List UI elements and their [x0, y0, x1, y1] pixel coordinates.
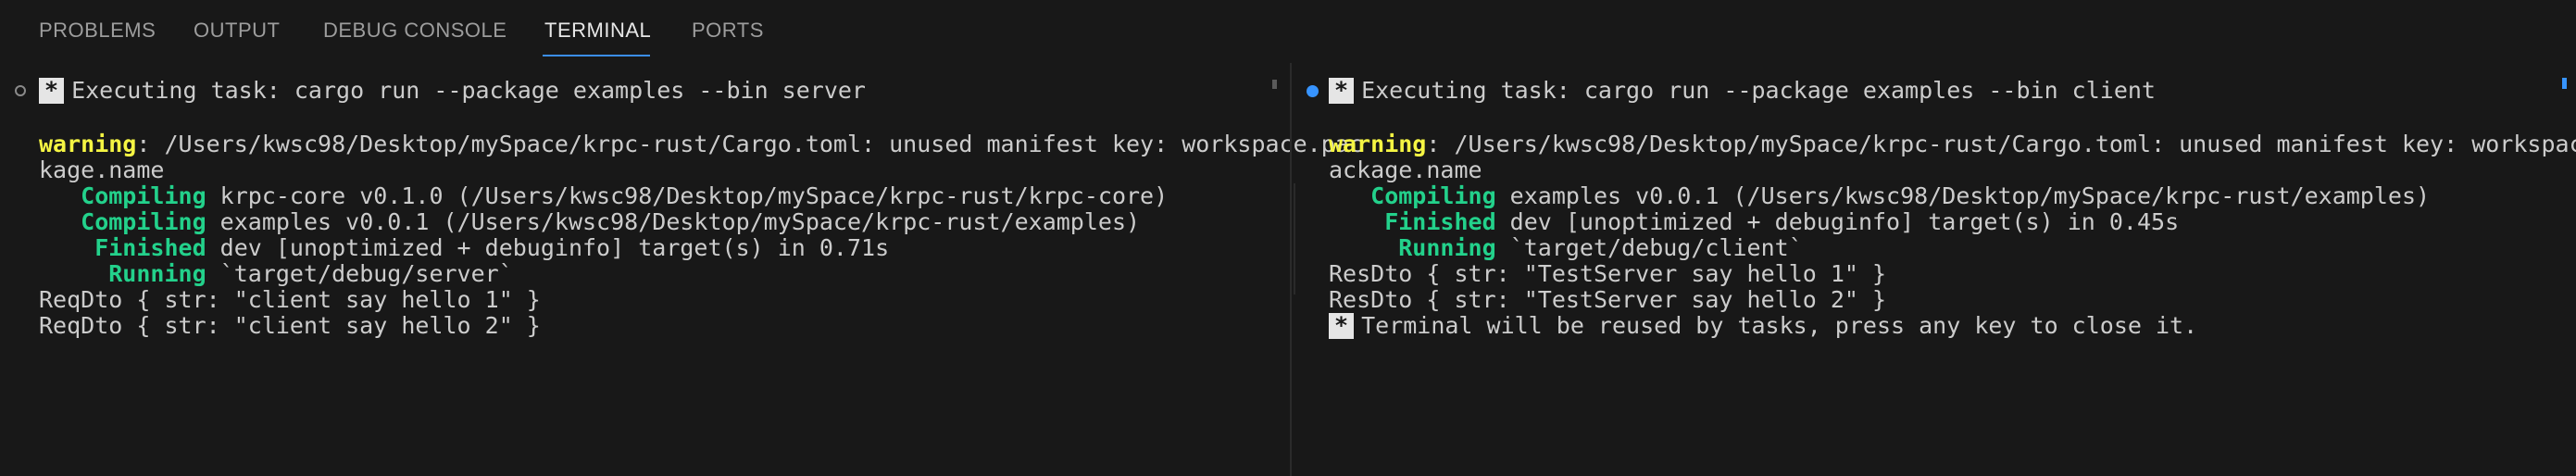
- task-status-active-icon: [1307, 85, 1319, 97]
- cargo-status-line: Compiling examples v0.0.1 (/Users/kwsc98…: [1329, 183, 2430, 209]
- cargo-detail: examples v0.0.1 (/Users/kwsc98/Desktop/m…: [206, 208, 1141, 235]
- warning-text: : /Users/kwsc98/Desktop/mySpace/krpc-rus…: [136, 131, 1363, 157]
- cargo-keyword: Compiling: [39, 208, 206, 235]
- cargo-keyword: Running: [1329, 234, 1496, 261]
- task-text: Executing task: cargo run --package exam…: [1361, 77, 2156, 104]
- terminal-pane-server[interactable]: * Executing task: cargo run --package exa…: [0, 63, 1363, 476]
- task-header: * Executing task: cargo run --package exa…: [39, 78, 866, 104]
- program-output-line: ResDto { str: "TestServer say hello 1" }: [1329, 260, 1887, 287]
- warning-line-continued: ackage.name: [1329, 157, 1482, 183]
- warning-label: warning: [39, 131, 137, 157]
- cargo-status-line: Running `target/debug/server`: [39, 261, 513, 287]
- warning-line: warning: /Users/kwsc98/Desktop/mySpace/k…: [39, 132, 1363, 157]
- task-footer: * Terminal will be reused by tasks, press…: [1329, 313, 2197, 339]
- scrollbar-marker[interactable]: [1272, 80, 1277, 89]
- program-output-line: ReqDto { str: "client say hello 1" }: [39, 286, 541, 313]
- scrollbar-marker[interactable]: [2562, 78, 2567, 89]
- active-tab-indicator: [543, 55, 650, 56]
- cargo-status-line: Finished dev [unoptimized + debuginfo] t…: [39, 235, 889, 261]
- warning-line-continued: kage.name: [39, 157, 165, 183]
- cargo-keyword: Finished: [39, 234, 206, 261]
- cargo-detail: krpc-core v0.1.0 (/Users/kwsc98/Desktop/…: [206, 182, 1169, 209]
- task-footer-text: Terminal will be reused by tasks, press …: [1361, 312, 2198, 339]
- tab-problems[interactable]: PROBLEMS: [39, 19, 156, 43]
- cargo-keyword: Compiling: [1329, 182, 1496, 209]
- tab-ports[interactable]: PORTS: [692, 19, 764, 43]
- tab-debug-console[interactable]: DEBUG CONSOLE: [323, 19, 506, 43]
- task-text: Executing task: cargo run --package exam…: [71, 77, 866, 104]
- cargo-status-line: Compiling examples v0.0.1 (/Users/kwsc98…: [39, 209, 1140, 235]
- cargo-detail: examples v0.0.1 (/Users/kwsc98/Desktop/m…: [1495, 182, 2431, 209]
- task-status-idle-icon: [15, 85, 26, 96]
- warning-label: warning: [1329, 131, 1427, 157]
- cargo-detail: `target/debug/client`: [1495, 234, 1803, 261]
- program-output-line: ResDto { str: "TestServer say hello 2" }: [1329, 286, 1887, 313]
- warning-line: warning: /Users/kwsc98/Desktop/mySpace/k…: [1329, 132, 2576, 157]
- tab-output[interactable]: OUTPUT: [194, 19, 280, 43]
- task-star-icon: *: [1329, 313, 1355, 339]
- cargo-keyword: Compiling: [39, 182, 206, 209]
- program-output-line: ReqDto { str: "client say hello 2" }: [39, 312, 541, 339]
- cargo-keyword: Running: [39, 260, 206, 287]
- cargo-detail: dev [unoptimized + debuginfo] target(s) …: [206, 234, 890, 261]
- panel-tab-bar: PROBLEMS OUTPUT DEBUG CONSOLE TERMINAL P…: [0, 0, 2576, 63]
- line-change-gutter: [1293, 183, 1295, 294]
- task-header: * Executing task: cargo run --package exa…: [1329, 78, 2156, 104]
- cargo-keyword: Finished: [1329, 208, 1496, 235]
- task-star-icon: *: [1329, 78, 1355, 104]
- tab-terminal[interactable]: TERMINAL: [544, 19, 651, 43]
- task-star-icon: *: [39, 78, 65, 104]
- cargo-status-line: Finished dev [unoptimized + debuginfo] t…: [1329, 209, 2179, 235]
- cargo-status-line: Compiling krpc-core v0.1.0 (/Users/kwsc9…: [39, 183, 1168, 209]
- cargo-detail: `target/debug/server`: [206, 260, 513, 287]
- terminal-pane-client[interactable]: * Executing task: cargo run --package exa…: [1292, 63, 2576, 476]
- cargo-detail: dev [unoptimized + debuginfo] target(s) …: [1495, 208, 2180, 235]
- warning-text: : /Users/kwsc98/Desktop/mySpace/krpc-rus…: [1426, 131, 2576, 157]
- cargo-status-line: Running `target/debug/client`: [1329, 235, 1803, 261]
